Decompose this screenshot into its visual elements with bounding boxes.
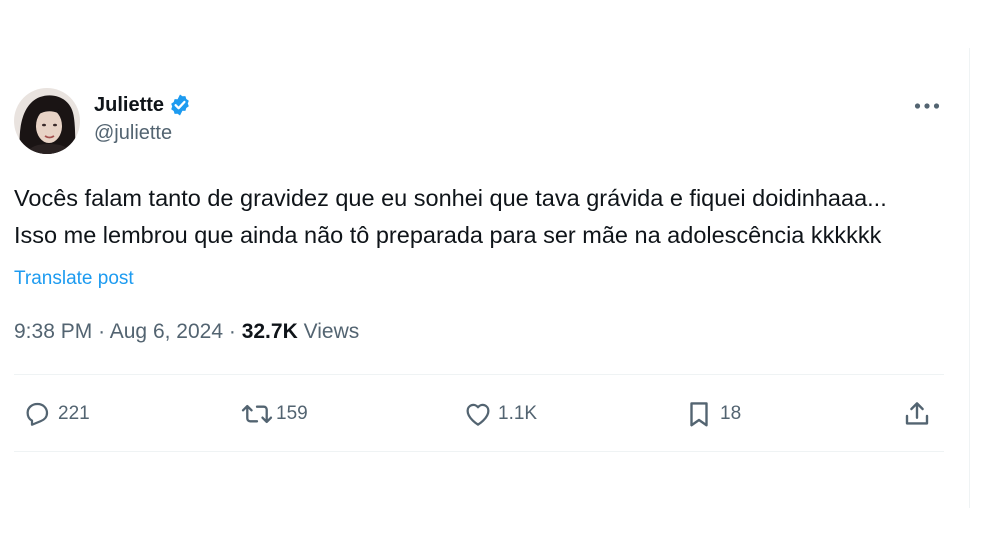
meta-separator: · [228, 320, 236, 343]
views-count: 32.7K [241, 320, 298, 343]
translate-post-link[interactable]: Translate post [14, 268, 134, 290]
share-icon [902, 399, 936, 429]
reply-count: 221 [58, 403, 90, 424]
handle[interactable]: @juliette [94, 122, 192, 145]
tweet-time[interactable]: 9:38 PM [14, 320, 92, 343]
like-button[interactable]: 1.1K [462, 399, 537, 429]
tweet-text: Vocês falam tanto de gravidez que eu son… [14, 185, 887, 248]
display-name-row: Juliette [94, 92, 192, 118]
bookmark-button[interactable]: 18 [684, 399, 741, 429]
tweet-frame: Juliette @juliette Vocês falam tanto de … [0, 0, 984, 554]
divider [14, 451, 944, 452]
verified-badge-icon[interactable] [168, 93, 192, 117]
more-icon [914, 103, 940, 109]
repost-count: 159 [276, 403, 308, 424]
avatar-image [14, 88, 80, 154]
author-info: Juliette @juliette [94, 92, 192, 145]
bookmark-icon [684, 399, 718, 429]
meta-separator: · [98, 320, 106, 343]
tweet-date[interactable]: Aug 6, 2024 [110, 320, 223, 343]
display-name[interactable]: Juliette [94, 94, 164, 117]
heart-icon [462, 399, 496, 429]
action-bar: 221 159 1.1K 18 [14, 375, 944, 451]
tweet-header: Juliette @juliette [14, 88, 944, 156]
avatar[interactable] [14, 88, 80, 154]
repost-icon [240, 399, 274, 429]
views-label: Views [303, 320, 360, 343]
like-count: 1.1K [498, 403, 538, 424]
repost-button[interactable]: 159 [240, 399, 308, 429]
reply-button[interactable]: 221 [22, 399, 90, 429]
more-options-button[interactable] [912, 94, 942, 118]
reply-icon [22, 399, 56, 429]
timeline-border [969, 48, 970, 508]
tweet-meta: 9:38 PM · Aug 6, 2024 · 32.7K Views [14, 318, 944, 346]
bookmark-count: 18 [720, 403, 742, 424]
tweet: Juliette @juliette Vocês falam tanto de … [14, 88, 944, 452]
share-button[interactable] [902, 399, 936, 429]
